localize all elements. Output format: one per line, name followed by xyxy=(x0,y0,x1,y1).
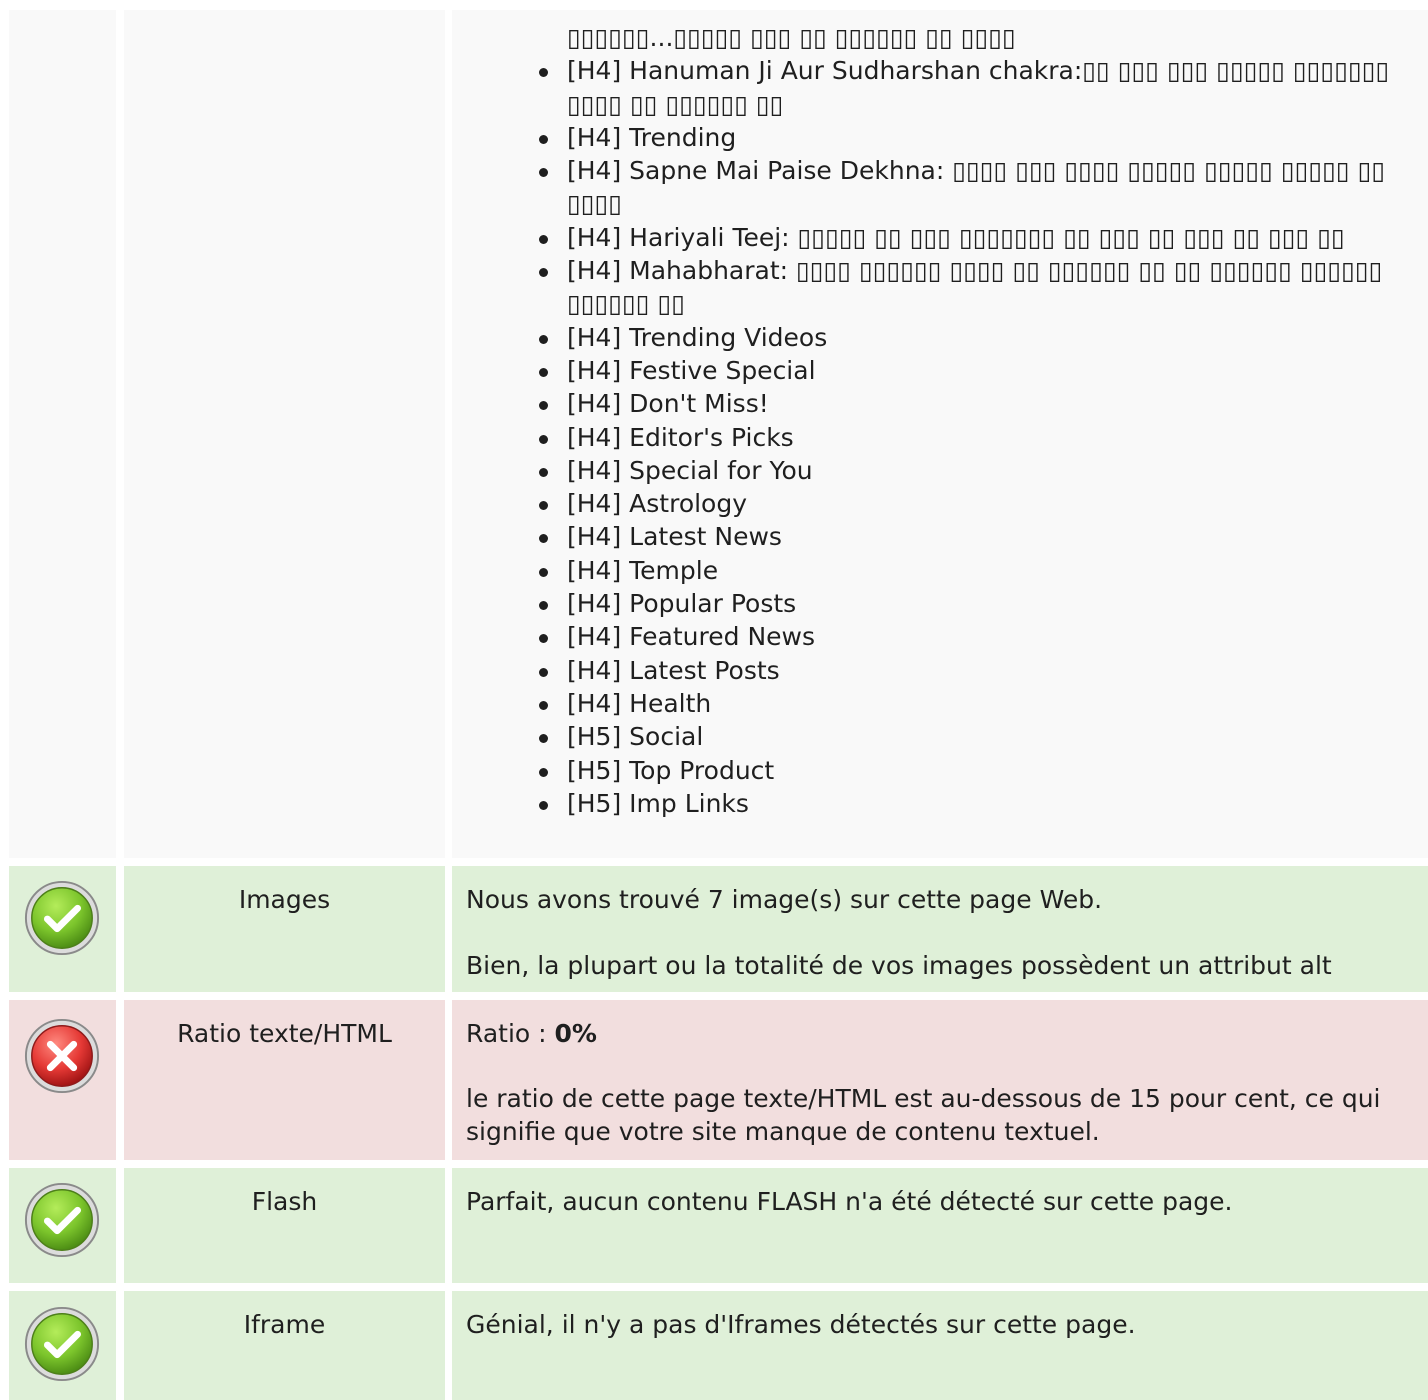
label-cell: Images xyxy=(124,866,445,992)
heading-item: [H4] Featured News xyxy=(539,620,1427,653)
check-icon xyxy=(24,880,100,956)
headings-row: ▯▯▯▯▯▯...▯▯▯▯▯ ▯▯▯ ▯▯ ▯▯▯▯▯▯ ▯▯ ▯▯▯▯ [H4… xyxy=(0,10,1428,858)
check-icon xyxy=(24,1306,100,1382)
content-cell: Génial, il n'y a pas d'Iframes détectés … xyxy=(452,1291,1428,1400)
heading-continuation: ▯▯▯▯▯▯...▯▯▯▯▯ ▯▯▯ ▯▯ ▯▯▯▯▯▯ ▯▯ ▯▯▯▯ xyxy=(567,23,1016,52)
heading-item: [H4] Latest News xyxy=(539,520,1427,553)
heading-item: [H4] Health xyxy=(539,687,1427,720)
images-count-text: Nous avons trouvé 7 image(s) sur cette p… xyxy=(466,885,1103,914)
status-cell xyxy=(9,10,116,858)
status-cell xyxy=(9,866,116,992)
seo-report-table: ▯▯▯▯▯▯...▯▯▯▯▯ ▯▯▯ ▯▯ ▯▯▯▯▯▯ ▯▯ ▯▯▯▯ [H4… xyxy=(0,0,1428,1400)
heading-item: [H4] Hariyali Teej: ▯▯▯▯▯ ▯▯ ▯▯▯ ▯▯▯▯▯▯▯… xyxy=(539,221,1427,254)
iframe-status-text: Génial, il n'y a pas d'Iframes détectés … xyxy=(466,1310,1136,1339)
content-cell: Nous avons trouvé 7 image(s) sur cette p… xyxy=(452,866,1428,992)
check-icon xyxy=(24,1182,100,1258)
status-cell xyxy=(9,1168,116,1283)
headings-content-cell: ▯▯▯▯▯▯...▯▯▯▯▯ ▯▯▯ ▯▯ ▯▯▯▯▯▯ ▯▯ ▯▯▯▯ [H4… xyxy=(452,10,1428,858)
label-cell: Iframe xyxy=(124,1291,445,1400)
ratio-value-text: Ratio : 0% xyxy=(466,1019,597,1048)
heading-item: [H5] Social xyxy=(539,720,1427,753)
error-icon xyxy=(24,1018,100,1094)
label-cell: Flash xyxy=(124,1168,445,1283)
ratio-explanation-text: le ratio de cette page texte/HTML est au… xyxy=(466,1084,1381,1146)
heading-item: [H4] Special for You xyxy=(539,454,1427,487)
heading-item: [H4] Mahabharat: ▯▯▯▯ ▯▯▯▯▯▯ ▯▯▯▯ ▯▯ ▯▯▯… xyxy=(539,254,1427,321)
flash-row: Flash Parfait, aucun contenu FLASH n'a é… xyxy=(0,1168,1428,1283)
heading-item: [H4] Popular Posts xyxy=(539,587,1427,620)
label-cell: Ratio texte/HTML xyxy=(124,1000,445,1160)
heading-item: [H4] Trending Videos xyxy=(539,321,1427,354)
heading-item: [H4] Astrology xyxy=(539,487,1427,520)
images-row: Images Nous avons trouvé 7 image(s) sur … xyxy=(0,866,1428,992)
ratio-row: Ratio texte/HTML Ratio : 0% le ratio de … xyxy=(0,1000,1428,1160)
heading-item: [H4] Trending xyxy=(539,121,1427,154)
heading-item: [H5] Imp Links xyxy=(539,787,1427,820)
heading-item: [H4] Festive Special xyxy=(539,354,1427,387)
heading-item: [H4] Editor's Picks xyxy=(539,421,1427,454)
iframe-row: Iframe Génial, il n'y a pas d'Iframes dé… xyxy=(0,1291,1428,1400)
row-label: Ratio texte/HTML xyxy=(177,1019,392,1048)
row-label: Iframe xyxy=(243,1310,326,1339)
flash-status-text: Parfait, aucun contenu FLASH n'a été dét… xyxy=(466,1187,1233,1216)
headings-list: ▯▯▯▯▯▯...▯▯▯▯▯ ▯▯▯ ▯▯ ▯▯▯▯▯▯ ▯▯ ▯▯▯▯ [H4… xyxy=(539,21,1427,820)
content-cell: Ratio : 0% le ratio de cette page texte/… xyxy=(452,1000,1428,1160)
heading-item: [H4] Hanuman Ji Aur Sudharshan chakra:▯▯… xyxy=(539,54,1427,121)
row-label: Images xyxy=(238,885,331,914)
heading-item: [H4] Don't Miss! xyxy=(539,387,1427,420)
label-cell xyxy=(124,10,445,858)
heading-item: [H4] Temple xyxy=(539,554,1427,587)
images-alt-text: Bien, la plupart ou la totalité de vos i… xyxy=(466,951,1332,980)
row-label: Flash xyxy=(251,1187,318,1216)
status-cell xyxy=(9,1000,116,1160)
heading-item: [H4] Sapne Mai Paise Dekhna: ▯▯▯▯ ▯▯▯ ▯▯… xyxy=(539,154,1427,221)
content-cell: Parfait, aucun contenu FLASH n'a été dét… xyxy=(452,1168,1428,1283)
status-cell xyxy=(9,1291,116,1400)
heading-item: [H5] Top Product xyxy=(539,754,1427,787)
heading-item: [H4] Latest Posts xyxy=(539,654,1427,687)
